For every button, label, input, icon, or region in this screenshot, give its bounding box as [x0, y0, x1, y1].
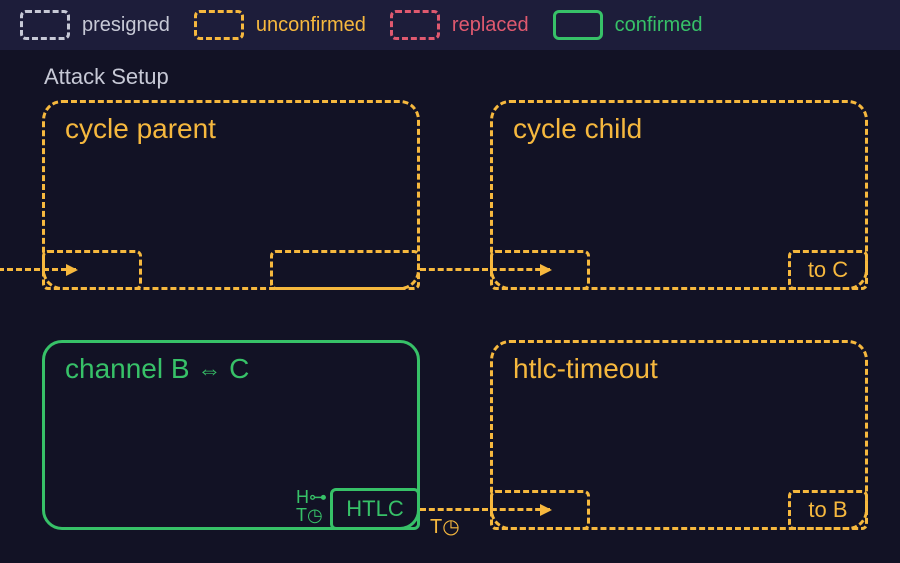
- label-to-c: to C: [808, 257, 848, 283]
- box-channel-bc: channel B ⇔ C HTLC: [42, 340, 420, 530]
- timeout-edge-label: T◷: [430, 514, 460, 539]
- subbox-timeout-out: to B: [788, 490, 868, 530]
- channel-title-post: C: [229, 353, 249, 384]
- legend-item-presigned: presigned: [20, 10, 170, 40]
- box-title-htlc-timeout: htlc-timeout: [513, 353, 658, 385]
- box-htlc-timeout: htlc-timeout to B: [490, 340, 868, 530]
- legend-label-replaced: replaced: [452, 14, 529, 37]
- swatch-presigned: [20, 10, 70, 40]
- double-arrow-icon: ⇔: [197, 357, 221, 384]
- legend-item-unconfirmed: unconfirmed: [194, 10, 366, 40]
- legend-item-confirmed: confirmed: [553, 10, 703, 40]
- hash-annotation: H⊶: [296, 488, 327, 506]
- subbox-parent-out: [270, 250, 420, 290]
- legend-label-unconfirmed: unconfirmed: [256, 14, 366, 37]
- channel-title-pre: channel B: [65, 353, 190, 384]
- label-htlc: HTLC: [346, 496, 403, 522]
- legend-label-confirmed: confirmed: [615, 14, 703, 37]
- legend-bar: presigned unconfirmed replaced confirmed: [0, 0, 900, 50]
- subbox-child-out: to C: [788, 250, 868, 290]
- box-title-cycle-parent: cycle parent: [65, 113, 216, 145]
- subbox-htlc: HTLC: [330, 488, 420, 530]
- box-cycle-parent: cycle parent: [42, 100, 420, 290]
- legend-item-replaced: replaced: [390, 10, 529, 40]
- box-title-cycle-child: cycle child: [513, 113, 642, 145]
- label-to-b: to B: [808, 497, 847, 523]
- swatch-replaced: [390, 10, 440, 40]
- arrow-into-parent: [0, 268, 76, 271]
- section-title: Attack Setup: [44, 64, 169, 90]
- swatch-unconfirmed: [194, 10, 244, 40]
- htlc-annotations: H⊶ T◷: [296, 488, 327, 524]
- subbox-child-in: [490, 250, 590, 290]
- time-annotation: T◷: [296, 506, 327, 524]
- box-title-channel-bc: channel B ⇔ C: [65, 353, 249, 385]
- swatch-confirmed: [553, 10, 603, 40]
- legend-label-presigned: presigned: [82, 14, 170, 37]
- subbox-timeout-in: [490, 490, 590, 530]
- box-cycle-child: cycle child to C: [490, 100, 868, 290]
